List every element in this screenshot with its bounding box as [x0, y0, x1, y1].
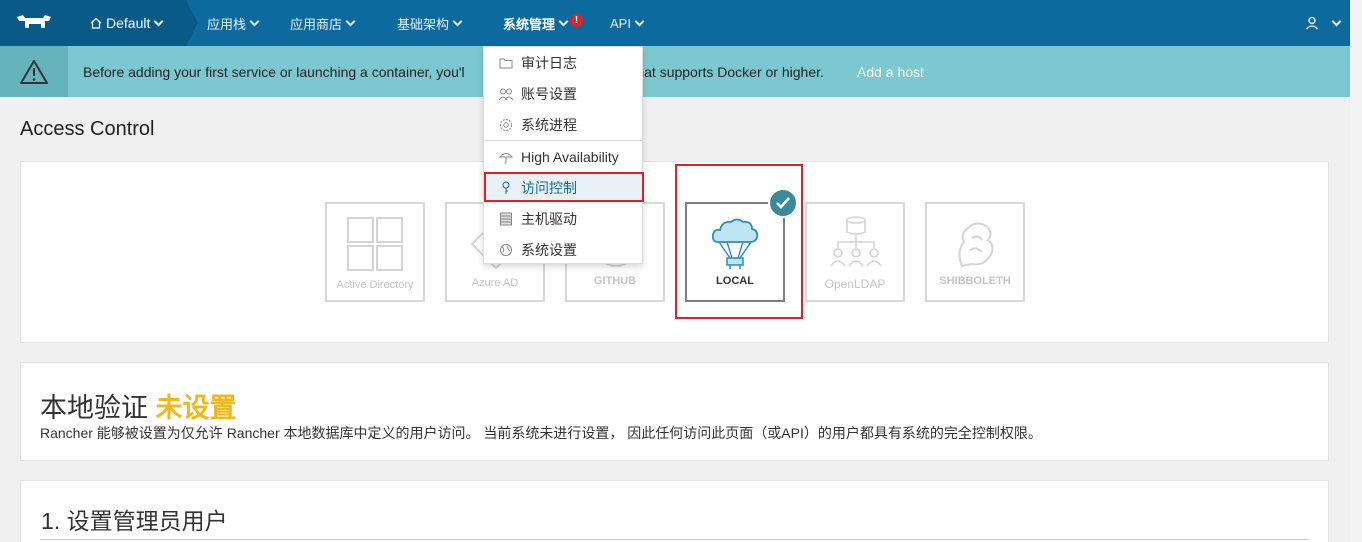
banner-message-start: Before adding your first service or laun… — [83, 63, 465, 80]
menu-item-label: High Availability — [521, 148, 619, 165]
nav-stacks[interactable]: 应用栈 — [207, 0, 260, 46]
menu-item-label: 主机驱动 — [521, 210, 577, 227]
menu-item-audit-log[interactable]: 审计日志 — [484, 47, 644, 78]
local-auth-title: 本地验证 — [40, 393, 148, 423]
local-auth-heading: 本地验证 未设置 — [40, 386, 237, 425]
nav-api[interactable]: API — [610, 0, 645, 46]
chevron-down-icon — [345, 16, 356, 26]
provider-shibboleth[interactable]: SHIBBOLETH — [925, 202, 1025, 302]
nav-infrastructure-label: 基础架构 — [397, 16, 450, 32]
provider-label: OpenLDAP — [824, 277, 886, 291]
step-title: 1. 设置管理员用户 — [41, 508, 228, 534]
nav-catalog[interactable]: 应用商店 — [290, 0, 356, 46]
menu-item-label: 系统进程 — [521, 116, 577, 133]
warning-icon — [20, 59, 48, 84]
chevron-down-icon — [153, 16, 164, 26]
environment-switcher[interactable]: Default — [68, 0, 186, 46]
provider-label: Active Directory — [336, 279, 414, 291]
windows-icon — [347, 217, 403, 271]
nav-catalog-label: 应用商店 — [290, 16, 343, 32]
ldap-icon — [830, 216, 882, 267]
environment-label: Default — [106, 15, 151, 31]
local-auth-description: Rancher 能够被设置为仅允许 Rancher 本地数据库中定义的用户访问。… — [40, 425, 1042, 441]
step-divider — [40, 539, 1309, 540]
selected-check-badge — [768, 188, 798, 218]
menu-highlight-box — [484, 172, 644, 202]
banner-icon-box — [0, 46, 68, 97]
provider-label: GITHUB — [593, 275, 637, 287]
top-nav: Default 应用栈 应用商店 基础架构 系统管理 ! API — [0, 0, 1362, 46]
gear-icon — [498, 117, 514, 133]
page-title: Access Control — [20, 118, 155, 140]
menu-item-label: 系统设置 — [521, 241, 577, 258]
menu-item-machine-drivers[interactable]: 主机驱动 — [484, 203, 644, 234]
chevron-down-icon — [558, 16, 569, 26]
banner-message: Before adding your first service or laun… — [83, 46, 824, 97]
info-banner: Before adding your first service or laun… — [0, 46, 1362, 97]
server-icon — [498, 211, 514, 227]
provider-active-directory[interactable]: Active Directory — [325, 202, 425, 302]
nav-admin-label: 系统管理 — [503, 16, 556, 32]
home-icon — [90, 17, 102, 29]
users-icon — [498, 86, 514, 102]
menu-item-settings[interactable]: 系统设置 — [484, 234, 644, 265]
user-menu[interactable] — [1305, 0, 1342, 46]
globe-icon — [498, 242, 514, 258]
vertical-scrollbar[interactable] — [1350, 0, 1362, 542]
alert-badge: ! — [570, 13, 584, 27]
check-icon — [776, 197, 790, 209]
nav-infrastructure[interactable]: 基础架构 — [397, 0, 463, 46]
menu-item-label: 审计日志 — [521, 54, 577, 71]
user-icon — [1306, 16, 1318, 30]
provider-label: Azure AD — [471, 277, 519, 289]
provider-label: SHIBBOLETH — [939, 275, 1011, 287]
admin-dropdown-menu: 审计日志 账号设置 系统进程 High Availability 访问控制 主机… — [483, 46, 644, 265]
add-host-link[interactable]: Add a host — [857, 46, 924, 97]
rancher-logo[interactable] — [0, 0, 68, 46]
menu-item-accounts[interactable]: 账号设置 — [484, 78, 644, 109]
shibboleth-icon — [958, 222, 994, 268]
chevron-down-icon — [452, 16, 463, 26]
local-auth-status: 未设置 — [155, 393, 237, 423]
nav-api-label: API — [610, 15, 631, 31]
nav-admin[interactable]: 系统管理 ! — [503, 0, 584, 46]
menu-item-processes[interactable]: 系统进程 — [484, 109, 644, 140]
menu-item-label: 账号设置 — [521, 85, 577, 102]
folder-icon — [498, 55, 514, 71]
umbrella-icon — [498, 149, 514, 165]
environment-arrow — [186, 0, 198, 46]
chevron-down-icon — [634, 16, 645, 26]
chevron-down-icon — [249, 16, 260, 26]
provider-openldap[interactable]: OpenLDAP — [805, 202, 905, 302]
chevron-down-icon — [1331, 16, 1342, 26]
menu-item-high-availability[interactable]: High Availability — [484, 141, 644, 172]
banner-message-end: t that supports Docker or higher. — [624, 63, 824, 80]
cow-logo-icon — [17, 15, 51, 28]
nav-stacks-label: 应用栈 — [207, 16, 247, 32]
